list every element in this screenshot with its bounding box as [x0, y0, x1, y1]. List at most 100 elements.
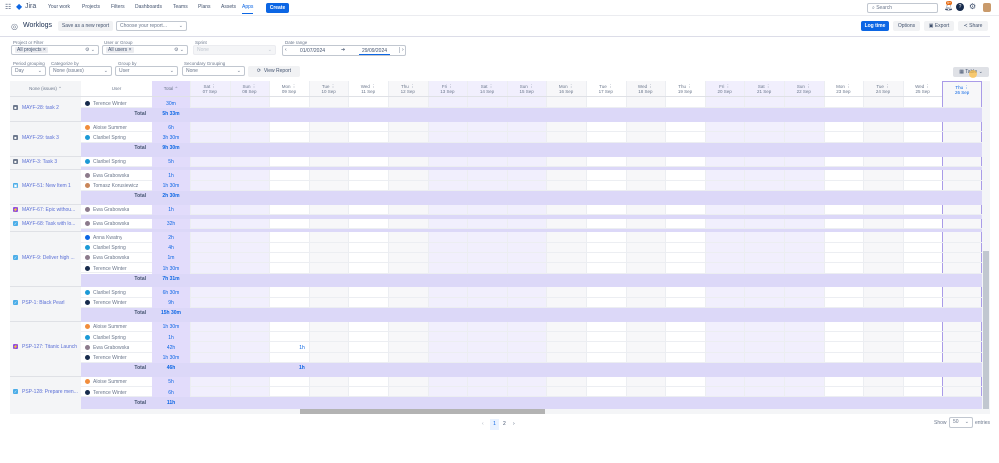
total-label: Total — [134, 310, 146, 317]
issue-divider — [10, 169, 81, 171]
options-button[interactable]: Options — [893, 21, 920, 31]
vertical-scrollbar[interactable] — [982, 81, 990, 411]
categorize-select[interactable]: None (issues) ⌄ — [49, 66, 112, 76]
user-chip[interactable]: All users × — [106, 47, 134, 53]
share-button[interactable]: ≺ Share — [958, 21, 988, 31]
issue-link[interactable]: PSP-127: Titanic Launch — [22, 344, 77, 350]
header-day-26-sep[interactable]: Thu ⋮ 26 Sep — [942, 81, 982, 409]
view-report-button[interactable]: ⟳ View Report — [248, 66, 300, 77]
header-day-14-sep[interactable]: Sat ⋮ 14 Sep — [467, 81, 507, 97]
user-total: 6h 30m — [162, 289, 180, 296]
issue-link[interactable]: MAYF-29: task 3 — [22, 135, 59, 141]
export-button[interactable]: ▣ Export — [924, 21, 954, 31]
export-label: Export — [934, 23, 950, 29]
log-time-button[interactable]: Log time — [861, 21, 889, 31]
header-day-text: 21 Sep — [757, 89, 772, 94]
period-grouping-select[interactable]: Day ⌄ — [11, 66, 46, 76]
page-size-value: 50 — [953, 419, 959, 425]
issue-link[interactable]: MAYF-28: task 2 — [22, 105, 59, 111]
page-2-button[interactable]: 2 — [503, 421, 506, 427]
group-by-select[interactable]: User ⌄ — [115, 66, 178, 76]
page-1-button[interactable]: 1 — [490, 419, 499, 430]
header-total[interactable]: Total ⌃ — [152, 81, 190, 97]
save-report-button[interactable]: Save as a new report — [58, 21, 113, 31]
horizontal-scrollbar[interactable] — [10, 409, 990, 414]
app-switcher-icon[interactable]: ☷ — [5, 3, 11, 11]
create-button[interactable]: Create — [266, 3, 289, 13]
profile-avatar[interactable] — [983, 3, 991, 12]
project-filter-select[interactable]: All projects × ⚙ ⌄ — [11, 45, 99, 55]
choose-report-select[interactable]: Choose your report... ⌄ — [116, 21, 187, 31]
show-label: Show — [934, 420, 947, 426]
header-day-23-sep[interactable]: Mon ⋮ 23 Sep — [823, 81, 864, 97]
header-day-24-sep[interactable]: Tue ⋮ 24 Sep — [863, 81, 903, 97]
total-label: Total — [134, 276, 146, 282]
nav-filters[interactable]: Filters — [111, 4, 125, 10]
header-day-08-sep[interactable]: Sun ⋮ 08 Sep — [229, 81, 270, 97]
header-name[interactable]: None (issues) ⌃ — [10, 81, 81, 97]
user-filter-select[interactable]: All users × ⚙ ⌄ — [102, 45, 188, 55]
header-day-20-sep[interactable]: Fri ⋮ 20 Sep — [704, 81, 745, 97]
header-day-22-sep[interactable]: Sun ⋮ 22 Sep — [784, 81, 824, 97]
nav-dashboards[interactable]: Dashboards — [135, 4, 162, 10]
header-day-19-sep[interactable]: Thu ⋮ 19 Sep — [665, 81, 705, 97]
table-grid-icon: ▦ — [959, 69, 964, 75]
nav-your-work[interactable]: Your work — [48, 4, 70, 10]
nav-apps[interactable]: Apps — [242, 4, 254, 14]
notification-badge: 9+ — [946, 1, 952, 5]
day-column — [744, 81, 784, 409]
issue-link[interactable]: MAYF-51: New Item 1 — [22, 183, 71, 189]
page-size-select[interactable]: 50 ⌄ — [949, 417, 973, 428]
gear-chevron-icon[interactable]: ⚙ ⌄ — [174, 46, 184, 54]
next-range-icon[interactable]: › — [399, 47, 404, 53]
user-total: 1h 30m — [162, 324, 180, 331]
header-day-09-sep[interactable]: Mon ⋮ 09 Sep — [269, 81, 309, 97]
issue-link[interactable]: PSP-128: Prepare men... — [22, 389, 78, 395]
total-row — [81, 190, 982, 202]
issue-link[interactable]: MAYF-3: Task 3 — [22, 159, 57, 165]
total-label: Total — [134, 399, 146, 406]
issue-link[interactable]: MAYF-68: Task with lo... — [22, 221, 75, 227]
secondary-grouping-select[interactable]: None ⌄ — [182, 66, 245, 76]
header-day-18-sep[interactable]: Wed ⋮ 18 Sep — [625, 81, 666, 97]
header-day-16-sep[interactable]: Mon ⋮ 16 Sep — [546, 81, 586, 97]
gear-chevron-icon[interactable]: ⚙ ⌄ — [85, 46, 95, 54]
horizontal-scroll-thumb[interactable] — [300, 409, 545, 414]
header-day-13-sep[interactable]: Fri ⋮ 13 Sep — [427, 81, 468, 97]
header-day-11-sep[interactable]: Wed ⋮ 11 Sep — [348, 81, 388, 97]
nav-plans[interactable]: Plans — [198, 4, 211, 10]
header-day-21-sep[interactable]: Sat ⋮ 21 Sep — [744, 81, 784, 97]
header-day-17-sep[interactable]: Tue ⋮ 17 Sep — [586, 81, 626, 97]
day-column — [625, 81, 666, 409]
chevron-down-icon: ⌄ — [103, 68, 108, 74]
date-to-input[interactable]: 29/09/2024 — [359, 48, 391, 55]
date-from-input[interactable]: 01/07/2024 — [300, 48, 325, 54]
header-day-10-sep[interactable]: Tue ⋮ 10 Sep — [308, 81, 349, 97]
next-page-icon[interactable]: › — [513, 421, 515, 427]
header-day-07-sep[interactable]: Sat ⋮ 07 Sep — [190, 81, 230, 97]
jira-logo-icon[interactable]: ◆ — [16, 2, 22, 11]
issue-link[interactable]: MAYF-67: Epic withou... — [22, 207, 75, 213]
issue-type-story-icon: ▣ — [13, 182, 18, 188]
issue-link[interactable]: MAYF-9: Deliver high ... — [22, 255, 75, 261]
nav-teams[interactable]: Teams — [173, 4, 188, 10]
header-day-text: 20 Sep — [717, 89, 732, 94]
header-day-15-sep[interactable]: Sun ⋮ 15 Sep — [506, 81, 547, 97]
nav-assets[interactable]: Assets — [221, 4, 236, 10]
help-icon[interactable]: ? — [956, 3, 964, 11]
vertical-scroll-thumb[interactable] — [983, 251, 989, 411]
header-user: User — [81, 81, 152, 97]
header-day-12-sep[interactable]: Thu ⋮ 12 Sep — [388, 81, 428, 97]
nav-projects[interactable]: Projects — [82, 4, 100, 10]
issue-link[interactable]: PSP-1: Black Pearl — [22, 300, 65, 306]
prev-range-icon[interactable]: ‹ — [285, 47, 287, 53]
user-total: 1h 30m — [162, 265, 180, 272]
group-separator — [81, 201, 982, 205]
project-chip[interactable]: All projects × — [15, 47, 48, 53]
search-input[interactable]: ⌕ Search — [867, 3, 938, 13]
total-label: Total — [134, 145, 146, 152]
settings-icon[interactable]: ⚙ — [969, 2, 976, 11]
jira-logo-text[interactable]: Jira — [25, 3, 36, 10]
prev-page-icon[interactable]: ‹ — [482, 421, 484, 427]
header-day-25-sep[interactable]: Wed ⋮ 25 Sep — [902, 81, 943, 97]
